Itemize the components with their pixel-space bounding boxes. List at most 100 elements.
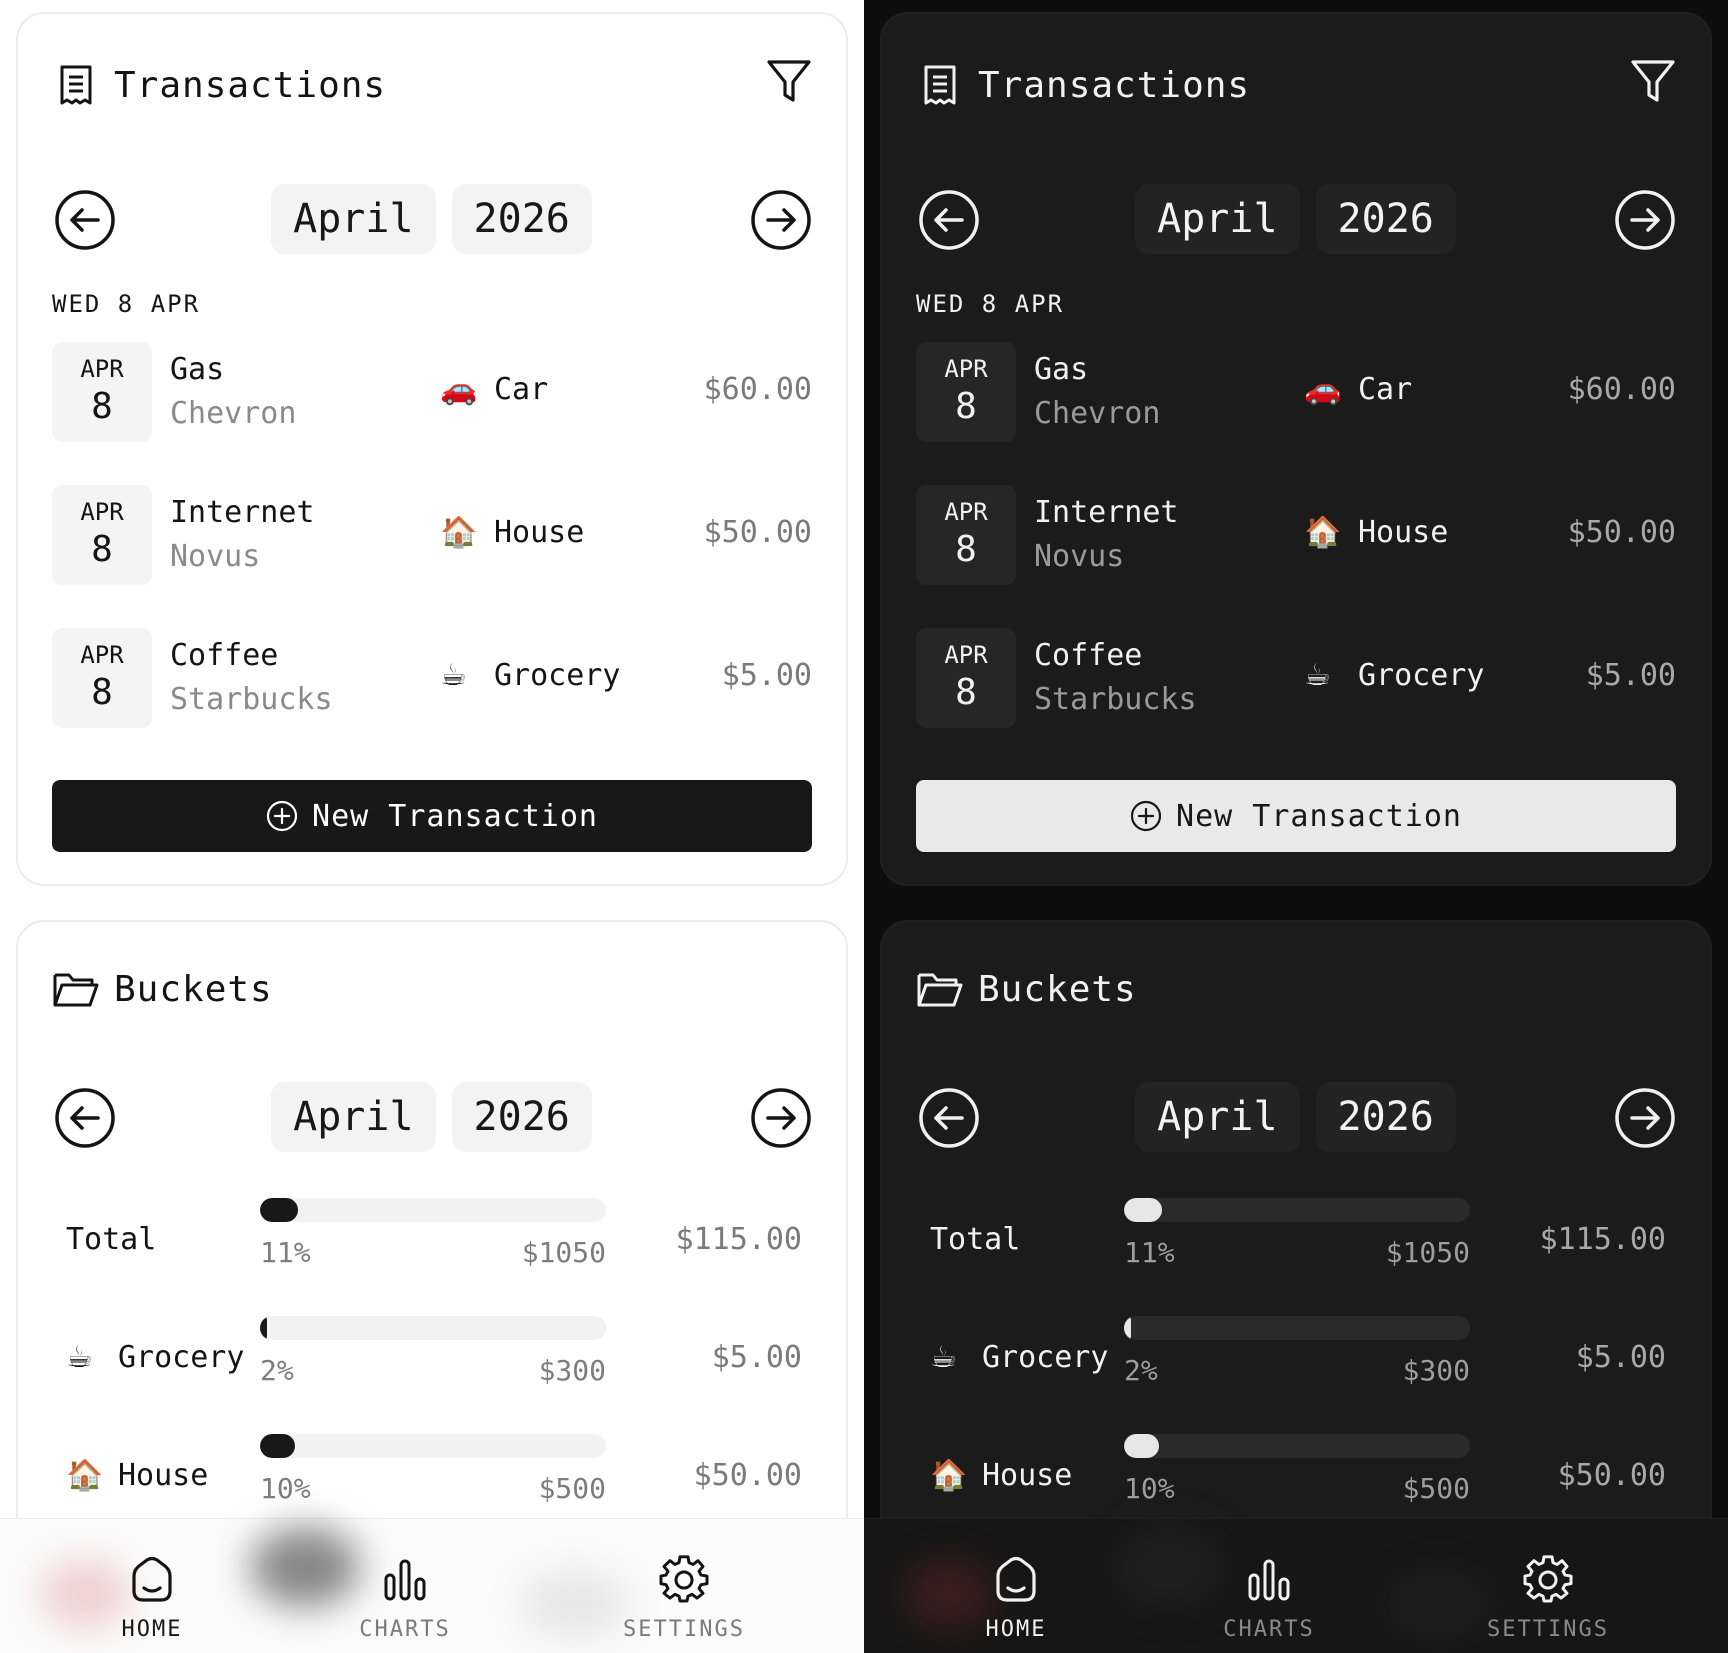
transactions-title: Transactions [978,64,1251,106]
bucket-progress-track [1124,1316,1470,1340]
add-circle-icon [1130,800,1162,832]
transaction-row[interactable]: APR 8 Internet Novus 🏠 House $50.00 [52,485,812,585]
transaction-row[interactable]: APR 8 Gas Chevron 🚗 Car $60.00 [916,342,1676,442]
new-transaction-label: New Transaction [1176,798,1462,834]
bucket-label: 🏠 House [66,1458,208,1493]
transaction-merchant: Chevron [170,396,297,431]
bottom-navigation: HOME CHARTS SETTINGS [864,1518,1728,1653]
day-heading: WED 8 APR [52,290,201,318]
next-month-arrow-icon[interactable] [1614,189,1676,251]
transaction-row[interactable]: APR 8 Coffee Starbucks ☕ Grocery $5.00 [52,628,812,728]
gear-icon [659,1555,709,1605]
year-selector[interactable]: 2026 [1315,1082,1456,1152]
transaction-amount: $5.00 [721,658,812,693]
next-month-arrow-icon[interactable] [1614,1087,1676,1149]
transaction-amount: $60.00 [703,372,812,407]
next-month-arrow-icon[interactable] [750,189,812,251]
bucket-label: ☕ Grocery [66,1340,244,1375]
nav-settings[interactable]: SETTINGS [584,1555,784,1642]
filter-icon[interactable] [1628,54,1678,108]
buckets-title: Buckets [114,968,273,1010]
transactions-header: Transactions [916,50,1250,120]
transaction-category-label: Car [1358,372,1413,407]
bucket-row-grocery[interactable]: ☕ Grocery 2% $300 $5.00 [52,1316,812,1406]
transaction-month: APR [80,641,124,669]
transactions-month-nav: April 2026 [918,184,1676,254]
bucket-name: Total [66,1222,157,1257]
year-selector[interactable]: 2026 [451,184,592,254]
house-icon: 🏠 [930,1458,968,1493]
bucket-name: Grocery [982,1340,1109,1375]
nav-home-label: HOME [121,1617,183,1642]
transaction-name: Internet [1034,495,1179,530]
transaction-day: 8 [955,386,977,427]
month-selector[interactable]: April [271,1082,436,1152]
transaction-amount: $5.00 [1585,658,1676,693]
nav-home[interactable]: HOME [916,1555,1116,1642]
transaction-month: APR [80,355,124,383]
nav-charts[interactable]: CHARTS [1169,1555,1369,1642]
bucket-limit: $1050 [1385,1236,1470,1269]
transaction-date-chip: APR 8 [916,342,1016,442]
bucket-progress-track [1124,1198,1470,1222]
transaction-day: 8 [91,386,113,427]
transaction-category-label: House [494,515,585,550]
nav-settings-label: SETTINGS [623,1617,745,1642]
year-selector[interactable]: 2026 [1315,184,1456,254]
buckets-month-nav: April 2026 [54,1082,812,1152]
nav-charts[interactable]: CHARTS [305,1555,505,1642]
transaction-category-label: Grocery [1358,658,1485,693]
transaction-category: 🏠 House [440,515,584,550]
bar-chart-icon [1244,1555,1294,1605]
bucket-label: Total [930,1222,1020,1257]
transaction-amount: $50.00 [1567,515,1676,550]
transaction-amount: $60.00 [1567,372,1676,407]
nav-home[interactable]: HOME [52,1555,252,1642]
transaction-day: 8 [91,672,113,713]
bucket-name: House [982,1458,1073,1493]
transaction-row[interactable]: APR 8 Coffee Starbucks ☕ Grocery $5.00 [916,628,1676,728]
transaction-row[interactable]: APR 8 Gas Chevron 🚗 Car $60.00 [52,342,812,442]
bucket-row-grocery[interactable]: ☕ Grocery 2% $300 $5.00 [916,1316,1676,1406]
gear-icon [1523,1555,1573,1605]
receipt-icon [52,61,100,109]
month-selector[interactable]: April [1135,184,1300,254]
nav-settings[interactable]: SETTINGS [1448,1555,1648,1642]
transaction-category: ☕ Grocery [1304,658,1484,693]
bucket-row-total[interactable]: Total 11% $1050 $115.00 [52,1198,812,1288]
transaction-row[interactable]: APR 8 Internet Novus 🏠 House $50.00 [916,485,1676,585]
receipt-icon [916,61,964,109]
bucket-percent: 11% [260,1236,311,1269]
bucket-row-total[interactable]: Total 11% $1050 $115.00 [916,1198,1676,1288]
buckets-header: Buckets [52,954,273,1024]
next-month-arrow-icon[interactable] [750,1087,812,1149]
new-transaction-button[interactable]: New Transaction [52,780,812,852]
transaction-category: 🚗 Car [440,372,548,407]
bucket-row-house[interactable]: 🏠 House 10% $500 $50.00 [916,1434,1676,1524]
bar-chart-icon [380,1555,430,1605]
coffee-icon: ☕ [930,1340,957,1375]
transaction-amount: $50.00 [703,515,812,550]
month-selector[interactable]: April [271,184,436,254]
bucket-row-house[interactable]: 🏠 House 10% $500 $50.00 [52,1434,812,1524]
bucket-limit: $300 [1402,1354,1470,1387]
bucket-name: Grocery [118,1340,245,1375]
transaction-name: Coffee [1034,638,1143,673]
house-icon: 🏠 [440,515,478,550]
month-selector[interactable]: April [1135,1082,1300,1152]
home-icon [127,1555,177,1605]
transaction-category-label: Grocery [494,658,621,693]
nav-charts-label: CHARTS [359,1617,451,1642]
nav-settings-label: SETTINGS [1487,1617,1609,1642]
year-selector[interactable]: 2026 [451,1082,592,1152]
new-transaction-button[interactable]: New Transaction [916,780,1676,852]
bucket-amount: $50.00 [1557,1458,1666,1493]
transaction-category: 🚗 Car [1304,372,1412,407]
buckets-header: Buckets [916,954,1137,1024]
filter-icon[interactable] [764,54,814,108]
home-icon [991,1555,1041,1605]
transaction-date-chip: APR 8 [52,342,152,442]
bucket-percent: 10% [260,1472,311,1505]
transaction-category: 🏠 House [1304,515,1448,550]
bucket-progress-fill [260,1316,267,1340]
